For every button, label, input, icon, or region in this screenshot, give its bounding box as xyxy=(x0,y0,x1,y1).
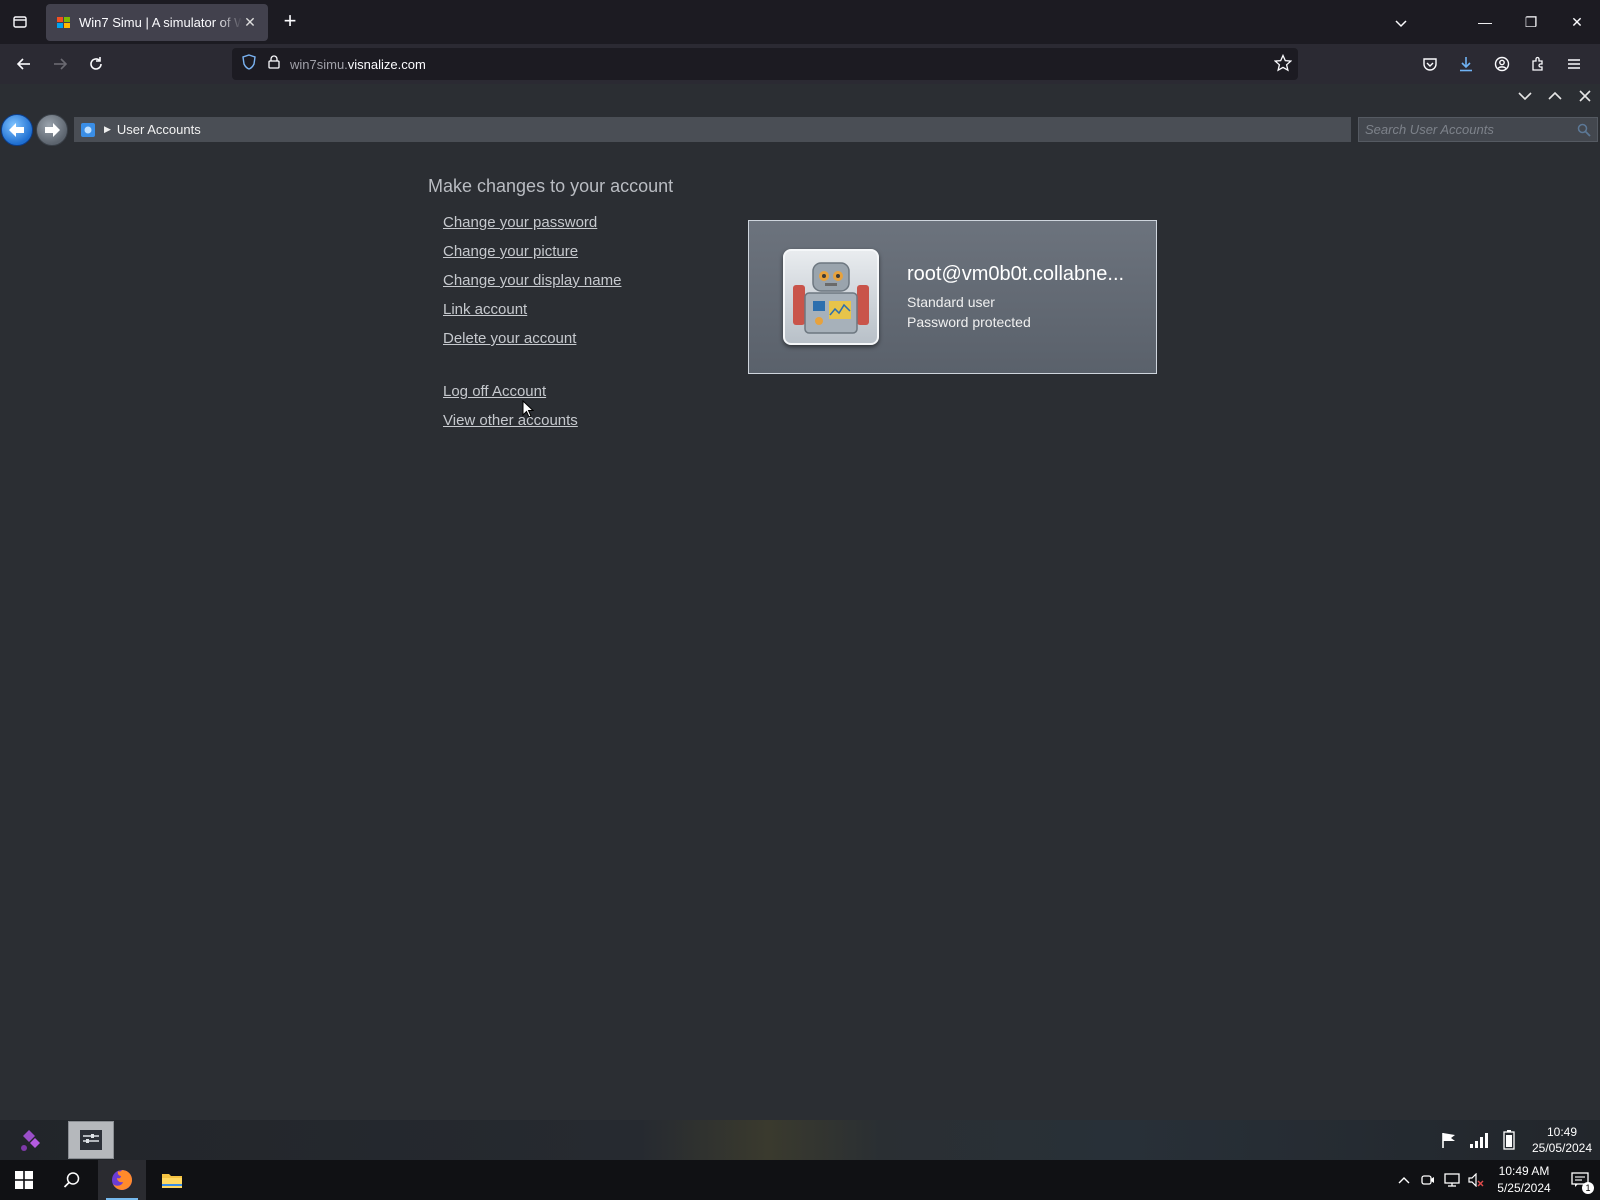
search-box[interactable] xyxy=(1358,117,1598,142)
user-password-status: Password protected xyxy=(907,313,1031,330)
lock-icon[interactable] xyxy=(268,54,280,74)
chevron-up-icon[interactable] xyxy=(1540,84,1570,108)
link-account-link[interactable]: Link account xyxy=(443,299,621,328)
taskbar-file-explorer-icon[interactable] xyxy=(148,1160,196,1200)
change-picture-link[interactable]: Change your picture xyxy=(443,241,621,270)
tab-overview-icon[interactable] xyxy=(0,0,40,44)
new-tab-button[interactable]: + xyxy=(278,10,302,34)
change-display-name-link[interactable]: Change your display name xyxy=(443,270,621,299)
control-panel-icon xyxy=(80,122,96,138)
sim-clock-date: 25/05/2024 xyxy=(1531,1141,1593,1155)
user-account-type: Standard user xyxy=(907,293,995,310)
network-monitor-icon[interactable] xyxy=(1440,1160,1464,1200)
browser-back-icon[interactable] xyxy=(6,46,42,82)
robot-avatar-icon xyxy=(793,262,869,334)
battery-icon[interactable] xyxy=(1494,1125,1524,1155)
win7-favicon-icon xyxy=(56,15,72,31)
browser-navbar: win7simu.visnalize.com xyxy=(0,44,1600,84)
sim-clock[interactable]: 10:49 25/05/2024 xyxy=(1524,1124,1600,1156)
tab-title: Win7 Simu | A simulator of Windows 7 xyxy=(79,15,242,30)
extensions-icon[interactable] xyxy=(1520,48,1556,80)
sim-start-icon[interactable] xyxy=(16,1128,46,1154)
breadcrumb-user-accounts[interactable]: User Accounts xyxy=(117,122,201,137)
account-icon[interactable] xyxy=(1484,48,1520,80)
downloads-icon[interactable] xyxy=(1448,48,1484,80)
breadcrumb[interactable]: ▶ User Accounts xyxy=(74,117,1351,142)
window-restore-button[interactable]: ❐ xyxy=(1508,0,1554,44)
back-button[interactable] xyxy=(1,114,33,146)
explorer-address-row: ▶ User Accounts xyxy=(0,112,1600,146)
windows-start-icon[interactable] xyxy=(0,1160,48,1200)
url-text[interactable]: win7simu.visnalize.com xyxy=(290,57,426,72)
meet-now-icon[interactable] xyxy=(1416,1160,1440,1200)
page-viewport: ▶ User Accounts Make changes to your acc… xyxy=(0,84,1600,1120)
notifications-icon[interactable]: 1 xyxy=(1560,1160,1600,1200)
os-clock-time: 10:49 AM xyxy=(1498,1164,1550,1178)
pocket-icon[interactable] xyxy=(1412,48,1448,80)
delete-account-link[interactable]: Delete your account xyxy=(443,328,621,357)
simulated-taskbar: 10:49 25/05/2024 xyxy=(0,1120,1600,1160)
forward-button[interactable] xyxy=(36,114,68,146)
sim-clock-time: 10:49 xyxy=(1546,1125,1578,1139)
tab-close-icon[interactable]: ✕ xyxy=(242,14,258,31)
change-password-link[interactable]: Change your password xyxy=(443,212,621,241)
menu-hamburger-icon[interactable] xyxy=(1556,48,1592,80)
url-bar[interactable]: win7simu.visnalize.com xyxy=(232,48,1298,80)
reload-icon[interactable] xyxy=(78,46,114,82)
os-clock[interactable]: 10:49 AM 5/25/2024 xyxy=(1488,1163,1560,1197)
volume-muted-icon[interactable] xyxy=(1464,1160,1488,1200)
show-hidden-icons-chevron-icon[interactable] xyxy=(1392,1160,1416,1200)
bookmark-star-icon[interactable] xyxy=(1273,53,1293,77)
search-input[interactable] xyxy=(1365,122,1565,137)
list-all-tabs-icon[interactable] xyxy=(1390,12,1412,34)
taskbar-firefox-icon[interactable] xyxy=(98,1160,146,1200)
page-title: Make changes to your account xyxy=(428,176,674,196)
search-icon[interactable] xyxy=(1577,123,1591,142)
notification-count-badge: 1 xyxy=(1582,1182,1594,1194)
action-center-flag-icon[interactable] xyxy=(1434,1125,1464,1155)
browser-tabbar: Win7 Simu | A simulator of Windows 7 ✕ +… xyxy=(0,0,1600,44)
search-icon[interactable] xyxy=(48,1160,96,1200)
mouse-cursor-icon xyxy=(522,399,535,423)
os-taskbar: 10:49 AM 5/25/2024 1 xyxy=(0,1160,1600,1200)
window-minimize-button[interactable]: — xyxy=(1462,0,1508,44)
chevron-down-icon[interactable] xyxy=(1510,84,1540,108)
user-name: root@vm0b0t.collabne... xyxy=(907,262,1125,285)
os-clock-date: 5/25/2024 xyxy=(1497,1181,1551,1195)
close-icon[interactable] xyxy=(1570,84,1600,108)
breadcrumb-arrow-icon[interactable]: ▶ xyxy=(104,124,111,135)
network-signal-icon[interactable] xyxy=(1464,1125,1494,1155)
tracking-shield-icon[interactable] xyxy=(242,53,256,75)
sim-taskbar-app-control-panel[interactable] xyxy=(68,1121,114,1159)
window-close-button[interactable]: ✕ xyxy=(1554,0,1600,44)
browser-tab[interactable]: Win7 Simu | A simulator of Windows 7 ✕ xyxy=(46,4,268,41)
browser-forward-icon[interactable] xyxy=(42,46,78,82)
avatar[interactable] xyxy=(783,249,879,345)
user-account-card: root@vm0b0t.collabne... Standard user Pa… xyxy=(748,220,1157,374)
